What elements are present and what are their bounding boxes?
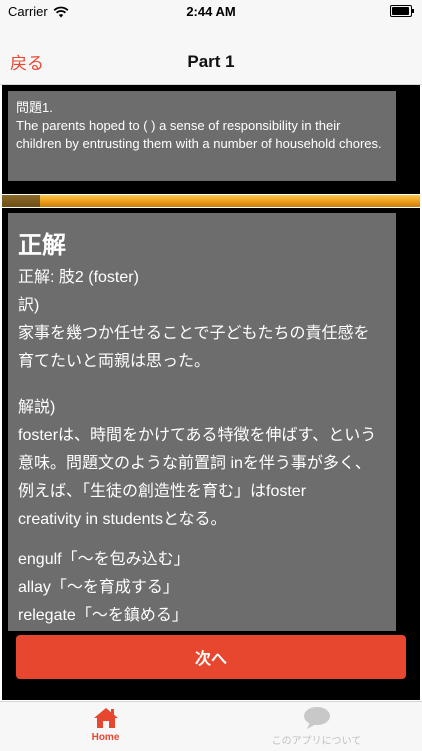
vocab-item: allay「〜を育成する」 [18,579,179,596]
answer-card: 正解 正解: 肢2 (foster) 訳) 家事を幾つか任せることで子どもたちの… [8,213,396,631]
status-bar: Carrier 2:44 AM [0,0,422,22]
explanation-line: 意味。問題文のような前置詞 inを伴う事が多く、 [18,455,371,472]
tab-bar: Home このアプリについて [0,701,422,751]
tab-home-label: Home [91,732,120,743]
explanation-line: fosterは、時間をかけてある特徴を伸ばす、という [18,427,377,444]
tab-about-app-label: このアプリについて [271,736,362,747]
page-title: Part 1 [187,52,235,71]
explanation-line: creativity in studentsとなる。 [18,511,227,528]
home-icon [93,708,118,728]
answer-heading: 正解 [18,232,66,259]
question-card: 問題1. The parents hoped to ( ) a sense of… [8,91,396,181]
explanation-label: 解説) [18,399,56,416]
translation-line: 育てたいと両親は思った。 [18,353,211,370]
translation-label: 訳) [18,297,40,314]
chat-bubble-icon [303,707,330,729]
translation-line: 家事を幾つか任せることで子どもたちの責任感を [18,325,370,342]
tab-home[interactable]: Home [0,706,211,743]
status-time: 2:44 AM [186,4,236,19]
battery-icon [390,5,414,17]
navigation-bar: 戻る Part 1 [0,22,422,85]
explanation-line: 例えば、「生徒の創造性を育む」はfoster [18,483,307,500]
question-number: 問題1. [16,100,53,115]
next-button[interactable]: 次へ [16,635,406,679]
progress-bar [2,194,420,208]
vocab-item: engulf「〜を包み込む」 [18,551,190,568]
tab-about-app[interactable]: このアプリについて [211,706,422,747]
question-text: The parents hoped to ( ) a sense of resp… [16,118,382,151]
quiz-panel: 問題1. The parents hoped to ( ) a sense of… [2,85,420,700]
correct-answer: 正解: 肢2 (foster) [18,269,139,286]
progress-bar-fill [2,195,40,207]
vocab-item: relegate「〜を鎮める」 [18,607,188,624]
